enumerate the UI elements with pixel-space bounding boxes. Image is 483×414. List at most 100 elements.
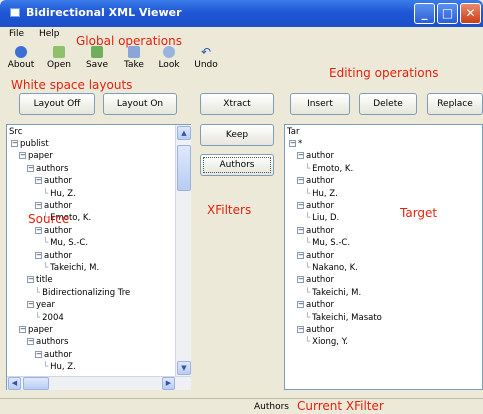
source-tree-node[interactable]: − author	[35, 251, 72, 262]
collapse-toggle-icon[interactable]: −	[35, 251, 42, 259]
target-tree-node[interactable]: └ Liu, D.	[305, 213, 339, 224]
collapse-toggle-icon[interactable]: −	[297, 152, 304, 160]
target-tree-node[interactable]: └ Nakano, K.	[305, 263, 358, 274]
authors-button[interactable]: Authors	[200, 154, 274, 176]
scroll-left-button[interactable]: ◀	[8, 377, 21, 390]
collapse-toggle-icon[interactable]: −	[297, 251, 304, 259]
insert-button[interactable]: Insert	[290, 93, 350, 115]
tree-branch-line: └	[43, 238, 49, 249]
about-button[interactable]: About	[4, 46, 38, 70]
source-vertical-scrollbar[interactable]: ▲ ▼	[175, 125, 191, 376]
target-tree-node[interactable]: └ Hu, Z.	[305, 189, 338, 200]
source-tree-node[interactable]: └ Bidirectionalizing Tre	[35, 288, 130, 299]
status-bar: Authors Current XFilter	[0, 398, 483, 414]
target-tree-node[interactable]: − author	[297, 151, 334, 162]
delete-button[interactable]: Delete	[359, 93, 417, 115]
target-tree-node-label: author	[306, 225, 335, 236]
source-tree-node[interactable]: − authors	[27, 337, 68, 348]
collapse-toggle-icon[interactable]: −	[35, 226, 42, 234]
collapse-toggle-icon[interactable]: −	[27, 276, 34, 284]
collapse-toggle-icon[interactable]: −	[297, 202, 304, 209]
source-tree-node[interactable]: − title	[27, 275, 53, 286]
collapse-toggle-icon[interactable]: −	[289, 140, 296, 147]
target-tree-node[interactable]: └ Takeichi, M.	[305, 288, 361, 299]
collapse-toggle-icon[interactable]: −	[35, 202, 42, 209]
source-tree-node[interactable]: − paper	[19, 325, 53, 336]
collapse-toggle-icon[interactable]: −	[35, 350, 42, 358]
layout-off-button[interactable]: Layout Off	[19, 93, 95, 115]
target-tree-node[interactable]: − author	[297, 226, 334, 237]
take-button[interactable]: Take	[117, 46, 151, 70]
replace-button[interactable]: Replace	[427, 93, 483, 115]
source-tree-node[interactable]: └ Hu, Z.	[43, 362, 76, 373]
save-button[interactable]: Save	[80, 46, 114, 70]
collapse-toggle-icon[interactable]: −	[19, 152, 26, 160]
source-tree-node-label: publist	[20, 139, 49, 149]
open-button[interactable]: Open	[42, 46, 76, 70]
source-tree-node[interactable]: └ Mu, S.-C.	[43, 238, 88, 249]
menu-bar: File Help	[9, 29, 71, 39]
look-button[interactable]: Look	[152, 46, 186, 70]
target-tree-node[interactable]: └ Takeichi, Masato	[305, 313, 382, 324]
title-bar[interactable]: Bidirectional XML Viewer _ □ ✕	[0, 0, 483, 27]
xtract-button[interactable]: Xtract	[200, 93, 274, 115]
undo-button[interactable]: ↶ Undo	[189, 46, 223, 70]
target-tree-node[interactable]: − author	[297, 201, 334, 212]
scroll-thumb[interactable]	[177, 145, 191, 191]
collapse-toggle-icon[interactable]: −	[11, 140, 18, 147]
source-tree-node[interactable]: − paper	[19, 151, 53, 162]
source-tree-node[interactable]: − authors	[27, 164, 68, 175]
collapse-toggle-icon[interactable]: −	[297, 301, 304, 309]
source-tree-panel[interactable]: Src − publist − paper − authors − author └ Hu, Z.…	[6, 124, 191, 390]
collapse-toggle-icon[interactable]: −	[297, 326, 304, 333]
source-tree-node[interactable]: └ Hu, Z.	[43, 189, 76, 200]
app-icon	[10, 8, 20, 17]
target-tree-node[interactable]: − author	[297, 300, 334, 311]
source-tree-node[interactable]: − year	[27, 300, 55, 311]
target-tree-node[interactable]: └ Mu, S.-C.	[305, 238, 350, 249]
source-horizontal-scrollbar[interactable]: ◀ ▶	[7, 376, 191, 390]
source-tree-node-label: author	[44, 349, 73, 360]
target-tree-node-label: author	[306, 300, 335, 311]
collapse-toggle-icon[interactable]: −	[19, 326, 26, 333]
target-tree-node[interactable]: − author	[297, 251, 334, 262]
menu-file[interactable]: File	[9, 29, 24, 39]
collapse-toggle-icon[interactable]: −	[297, 177, 304, 185]
collapse-toggle-icon[interactable]: −	[27, 301, 34, 309]
white-space-layouts-annotation: White space layouts	[11, 78, 133, 92]
layout-on-button[interactable]: Layout On	[103, 93, 177, 115]
keep-button[interactable]: Keep	[200, 124, 274, 146]
maximize-button[interactable]: □	[437, 3, 458, 24]
minimize-button[interactable]: _	[414, 3, 435, 24]
menu-help[interactable]: Help	[39, 29, 60, 39]
source-tree-node[interactable]: − author	[35, 176, 72, 187]
close-button[interactable]: ✕	[460, 3, 481, 24]
collapse-toggle-icon[interactable]: −	[297, 226, 304, 234]
target-tree-node[interactable]: └ Emoto, K.	[305, 164, 353, 175]
source-tree-node[interactable]: − author	[35, 226, 72, 237]
target-tree-node[interactable]: − *	[289, 139, 302, 150]
collapse-toggle-icon[interactable]: −	[297, 276, 304, 284]
scroll-down-button[interactable]: ▼	[177, 361, 191, 375]
target-tree-panel[interactable]: Tar − * − author └ Emoto, K. − author └ Hu, Z. − au…	[284, 124, 483, 390]
open-label: Open	[46, 60, 72, 70]
source-tree-node[interactable]: − author	[35, 201, 72, 212]
hscroll-thumb[interactable]	[23, 377, 49, 390]
collapse-toggle-icon[interactable]: −	[27, 338, 34, 346]
target-tree-node[interactable]: − author	[297, 275, 334, 286]
target-tree-node-label: author	[306, 325, 335, 335]
source-tree-node-label: Hu, Z.	[50, 188, 76, 199]
tree-branch-line: └	[305, 188, 311, 199]
collapse-toggle-icon[interactable]: −	[27, 164, 34, 172]
source-tree-node[interactable]: └ 2004	[35, 313, 64, 324]
collapse-toggle-icon[interactable]: −	[35, 177, 42, 185]
source-tree-node[interactable]: − author	[35, 350, 72, 361]
target-tree-node[interactable]: − author	[297, 176, 334, 187]
scroll-up-button[interactable]: ▲	[177, 126, 191, 140]
tree-branch-line: └	[35, 312, 41, 323]
source-tree-node[interactable]: └ Takeichi, M.	[43, 263, 99, 274]
scroll-right-button[interactable]: ▶	[162, 377, 175, 390]
target-tree-node[interactable]: └ Xiong, Y.	[305, 337, 348, 348]
target-tree-node[interactable]: − author	[297, 325, 334, 336]
source-tree-node[interactable]: − publist	[11, 139, 49, 150]
